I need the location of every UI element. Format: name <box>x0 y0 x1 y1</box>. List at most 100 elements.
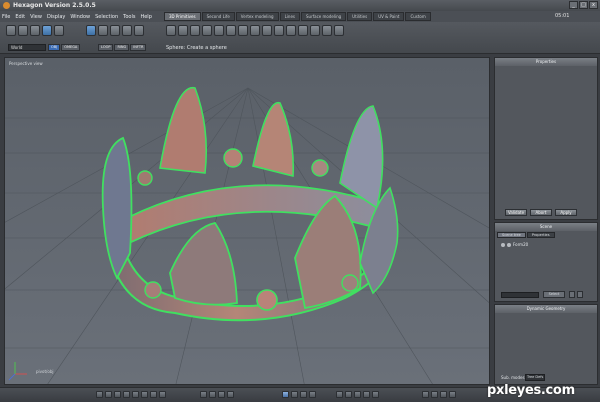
object-mode-icon[interactable] <box>86 25 96 36</box>
properties-title: Properties <box>495 58 597 66</box>
edge-mode-icon[interactable] <box>110 25 120 36</box>
camera-icon[interactable] <box>54 25 64 36</box>
ellipse-icon[interactable] <box>310 25 320 36</box>
primitive-tools <box>166 25 344 36</box>
cube-icon[interactable] <box>166 25 176 36</box>
select-button[interactable]: Select <box>543 291 565 298</box>
tool-tabs: 3D Primitives Second Life Vertex modelin… <box>164 12 431 21</box>
textured-icon[interactable] <box>123 391 130 398</box>
cylinder-icon[interactable] <box>190 25 200 36</box>
frame-icon[interactable] <box>227 391 234 398</box>
perspective-viewport[interactable]: Perspective view pivot/obj <box>4 57 490 385</box>
properties-panel: Properties Validate Abort Apply <box>494 57 598 220</box>
rotate-icon[interactable] <box>291 391 298 398</box>
scene-option-icon[interactable] <box>569 291 575 298</box>
snap-face-icon[interactable] <box>363 391 370 398</box>
scene-tree-item[interactable]: Form20 <box>501 242 528 247</box>
background-icon[interactable] <box>159 391 166 398</box>
auto-mode-icon[interactable] <box>134 25 144 36</box>
dodeca-icon[interactable] <box>334 25 344 36</box>
loop-button[interactable]: LOOP <box>98 44 114 51</box>
isolate-icon[interactable] <box>200 391 207 398</box>
undo-tools <box>422 391 456 398</box>
tool-hint: Sphere: Create a sphere <box>166 45 227 51</box>
validate-button[interactable]: Validate <box>505 209 527 216</box>
coordinate-select[interactable]: World <box>8 44 46 51</box>
omega-button[interactable]: OMEGA <box>61 44 81 51</box>
pyramid-icon[interactable] <box>250 25 260 36</box>
tab-vertex-modeling[interactable]: Vertex modeling <box>235 12 279 21</box>
scene-option-icon[interactable] <box>577 291 583 298</box>
disc-icon[interactable] <box>274 25 284 36</box>
menu-file[interactable]: File <box>2 14 10 20</box>
render-icon[interactable] <box>150 391 157 398</box>
menu-tools[interactable]: Tools <box>123 14 135 20</box>
menu-display[interactable]: Display <box>47 14 65 20</box>
sphere-select-icon[interactable] <box>42 25 52 36</box>
tab-surface-modeling[interactable]: Surface modeling <box>301 12 347 21</box>
camera-view-icon[interactable] <box>141 391 148 398</box>
shaded-icon[interactable] <box>114 391 121 398</box>
hide-icon[interactable] <box>209 391 216 398</box>
apply-button[interactable]: Apply <box>555 209 577 216</box>
tab-scene-tree[interactable]: Scene tree <box>497 232 526 238</box>
snap-grid-icon[interactable] <box>336 391 343 398</box>
close-button[interactable]: x <box>589 1 598 9</box>
minimize-button[interactable]: _ <box>569 1 578 9</box>
snap-vertex-icon[interactable] <box>345 391 352 398</box>
symmetry-icon[interactable] <box>372 391 379 398</box>
sub-modes-select[interactable]: Tree Defs <box>525 374 545 381</box>
ring-button[interactable]: RING <box>114 44 130 51</box>
scale-icon[interactable] <box>300 391 307 398</box>
vertex-mode-icon[interactable] <box>98 25 108 36</box>
menu-selection[interactable]: Selection <box>95 14 118 20</box>
mode-buttons: OBJ OMEGA <box>48 44 81 51</box>
wireframe-icon[interactable] <box>105 391 112 398</box>
tab-scene-properties[interactable]: Properties <box>526 232 555 238</box>
history-icon[interactable] <box>440 391 447 398</box>
menu-window[interactable]: Window <box>70 14 90 20</box>
visibility-icon[interactable] <box>501 242 505 247</box>
tab-uv-paint[interactable]: UV & Paint <box>373 12 405 21</box>
obj-button[interactable]: OBJ <box>48 44 61 51</box>
menu-help[interactable]: Help <box>140 14 151 20</box>
tab-3d-primitives[interactable]: 3D Primitives <box>164 12 201 21</box>
tab-custom[interactable]: Custom <box>405 12 431 21</box>
capsule-icon[interactable] <box>298 25 308 36</box>
light-icon[interactable] <box>132 391 139 398</box>
torus-icon[interactable] <box>214 25 224 36</box>
show-icon[interactable] <box>218 391 225 398</box>
tab-utilities[interactable]: Utilities <box>347 12 373 21</box>
geosphere-icon[interactable] <box>286 25 296 36</box>
prism-icon[interactable] <box>262 25 272 36</box>
settings-icon[interactable] <box>449 391 456 398</box>
maximize-button[interactable]: □ <box>579 1 588 9</box>
abort-button[interactable]: Abort <box>530 209 552 216</box>
plane-icon[interactable] <box>238 25 248 36</box>
polygon-icon[interactable] <box>322 25 332 36</box>
redo-icon[interactable] <box>431 391 438 398</box>
menu-view[interactable]: View <box>30 14 42 20</box>
lock-icon[interactable] <box>507 242 511 247</box>
sub-modes-label: Sub. modes <box>501 375 525 380</box>
sphere-icon[interactable] <box>178 25 188 36</box>
inftr-button[interactable]: INFTR <box>130 44 147 51</box>
tab-second-life[interactable]: Second Life <box>201 12 235 21</box>
scene-filter-input[interactable] <box>501 292 539 298</box>
cone-icon[interactable] <box>202 25 212 36</box>
select-arrow-icon[interactable] <box>6 25 16 36</box>
snap-edge-icon[interactable] <box>354 391 361 398</box>
tube-icon[interactable] <box>226 25 236 36</box>
tab-lines[interactable]: Lines <box>279 12 300 21</box>
universal-icon[interactable] <box>309 391 316 398</box>
lasso-icon[interactable] <box>18 25 28 36</box>
title-bar: Hexagon Version 2.5.0.5 _ □ x <box>0 0 600 11</box>
move-icon[interactable] <box>282 391 289 398</box>
menu-edit[interactable]: Edit <box>15 14 25 20</box>
paint-select-icon[interactable] <box>30 25 40 36</box>
crown-ball <box>311 159 329 177</box>
grid-icon[interactable] <box>96 391 103 398</box>
viewport-label: Perspective view <box>9 61 43 66</box>
face-mode-icon[interactable] <box>122 25 132 36</box>
undo-icon[interactable] <box>422 391 429 398</box>
